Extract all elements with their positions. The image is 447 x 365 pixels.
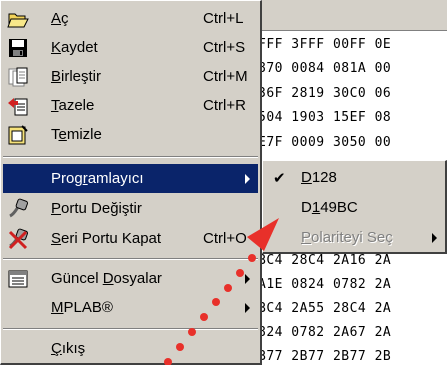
menu-separator [3, 328, 258, 330]
menu-separator [3, 258, 258, 260]
menu-item-shortcut: Ctrl+L [203, 10, 244, 27]
hex-row: 36F 2819 30C0 06 [258, 86, 392, 101]
hex-row: E7F 0009 3050 00 [258, 135, 392, 150]
menu-item-label: Seri Portu Kapat [51, 230, 162, 247]
menu-item-label: Tazele [51, 97, 95, 114]
menu-item-birlestir[interactable]: Birleştir Ctrl+M [3, 62, 258, 91]
hex-row: A1E 0824 0782 2A [258, 277, 392, 292]
menu-item-guncel-dosyalar[interactable]: Güncel Dosyalar [3, 264, 258, 293]
submenu-item-label: D128 [301, 169, 337, 186]
hex-row: BC4 28C4 2A16 2A [258, 253, 392, 268]
menu-item-shortcut: Ctrl+M [203, 68, 248, 85]
hex-row: BC4 2A55 28C4 2A [258, 301, 392, 316]
submenu-arrow-icon [245, 303, 250, 313]
menu-item-programlayici[interactable]: Programlayıcı [3, 164, 258, 193]
menu-item-shortcut: Ctrl+S [203, 39, 246, 56]
menu-item-label: Güncel Dosyalar [51, 270, 162, 287]
menu-item-label: Portu Değiştir [51, 200, 142, 217]
file-menu: Aç Ctrl+L Kaydet Ctrl+S Birleştir Ctrl+M [0, 0, 262, 365]
hex-row: 824 0782 2A67 2A [258, 325, 392, 340]
port-cable-icon [9, 198, 29, 218]
recent-files-icon [8, 270, 28, 288]
menu-separator [3, 156, 258, 158]
menu-item-portu-degistir[interactable]: Portu Değiştir [3, 194, 258, 223]
programlayici-submenu: ✔ D128 D149BC Polariteyi Seç [262, 160, 447, 254]
submenu-arrow-icon [432, 233, 437, 243]
menu-item-temizle[interactable]: Temizle [3, 120, 258, 149]
checkmark-icon: ✔ [273, 170, 286, 187]
menu-item-kaydet[interactable]: Kaydet Ctrl+S [3, 33, 258, 62]
close-port-icon [8, 228, 29, 250]
hex-view-header [250, 0, 447, 31]
menu-item-mplab[interactable]: MPLAB® [3, 293, 258, 322]
submenu-arrow-icon [245, 274, 250, 284]
merge-documents-icon [8, 67, 28, 87]
hex-row: 504 1903 15EF 08 [258, 110, 392, 125]
submenu-item-label: D149BC [301, 199, 358, 216]
menu-item-cikis[interactable]: Çıkış [3, 334, 258, 363]
menu-item-label: Temizle [51, 126, 102, 143]
menu-item-shortcut: Ctrl+R [203, 97, 246, 114]
menu-item-label: Programlayıcı [51, 170, 144, 187]
menu-item-seri-portu-kapat[interactable]: Seri Portu Kapat Ctrl+O [3, 224, 258, 253]
hex-row: 870 0084 081A 00 [258, 61, 392, 76]
submenu-item-d149bc[interactable]: D149BC [265, 193, 445, 222]
menu-item-tazele[interactable]: Tazele Ctrl+R [3, 91, 258, 120]
menu-item-label: Aç [51, 10, 69, 27]
menu-item-label: MPLAB® [51, 299, 113, 316]
menu-item-label: Kaydet [51, 39, 98, 56]
submenu-item-polariteyi-sec[interactable]: Polariteyi Seç [265, 223, 445, 252]
menu-item-label: Çıkış [51, 340, 86, 357]
menu-item-ac[interactable]: Aç Ctrl+L [3, 4, 258, 33]
clear-page-icon [8, 125, 28, 145]
menu-item-shortcut: Ctrl+O [203, 230, 247, 247]
open-folder-icon [7, 13, 29, 28]
refresh-document-icon [8, 98, 28, 116]
hex-row: FFF 3FFF 00FF 0E [258, 37, 392, 52]
submenu-item-d128[interactable]: ✔ D128 [265, 163, 445, 192]
save-disk-icon [9, 39, 27, 57]
submenu-item-label: Polariteyi Seç [301, 229, 393, 246]
submenu-arrow-icon [245, 174, 250, 184]
menu-item-label: Birleştir [51, 68, 102, 85]
hex-row: B77 2B77 2B77 2B [258, 349, 392, 364]
